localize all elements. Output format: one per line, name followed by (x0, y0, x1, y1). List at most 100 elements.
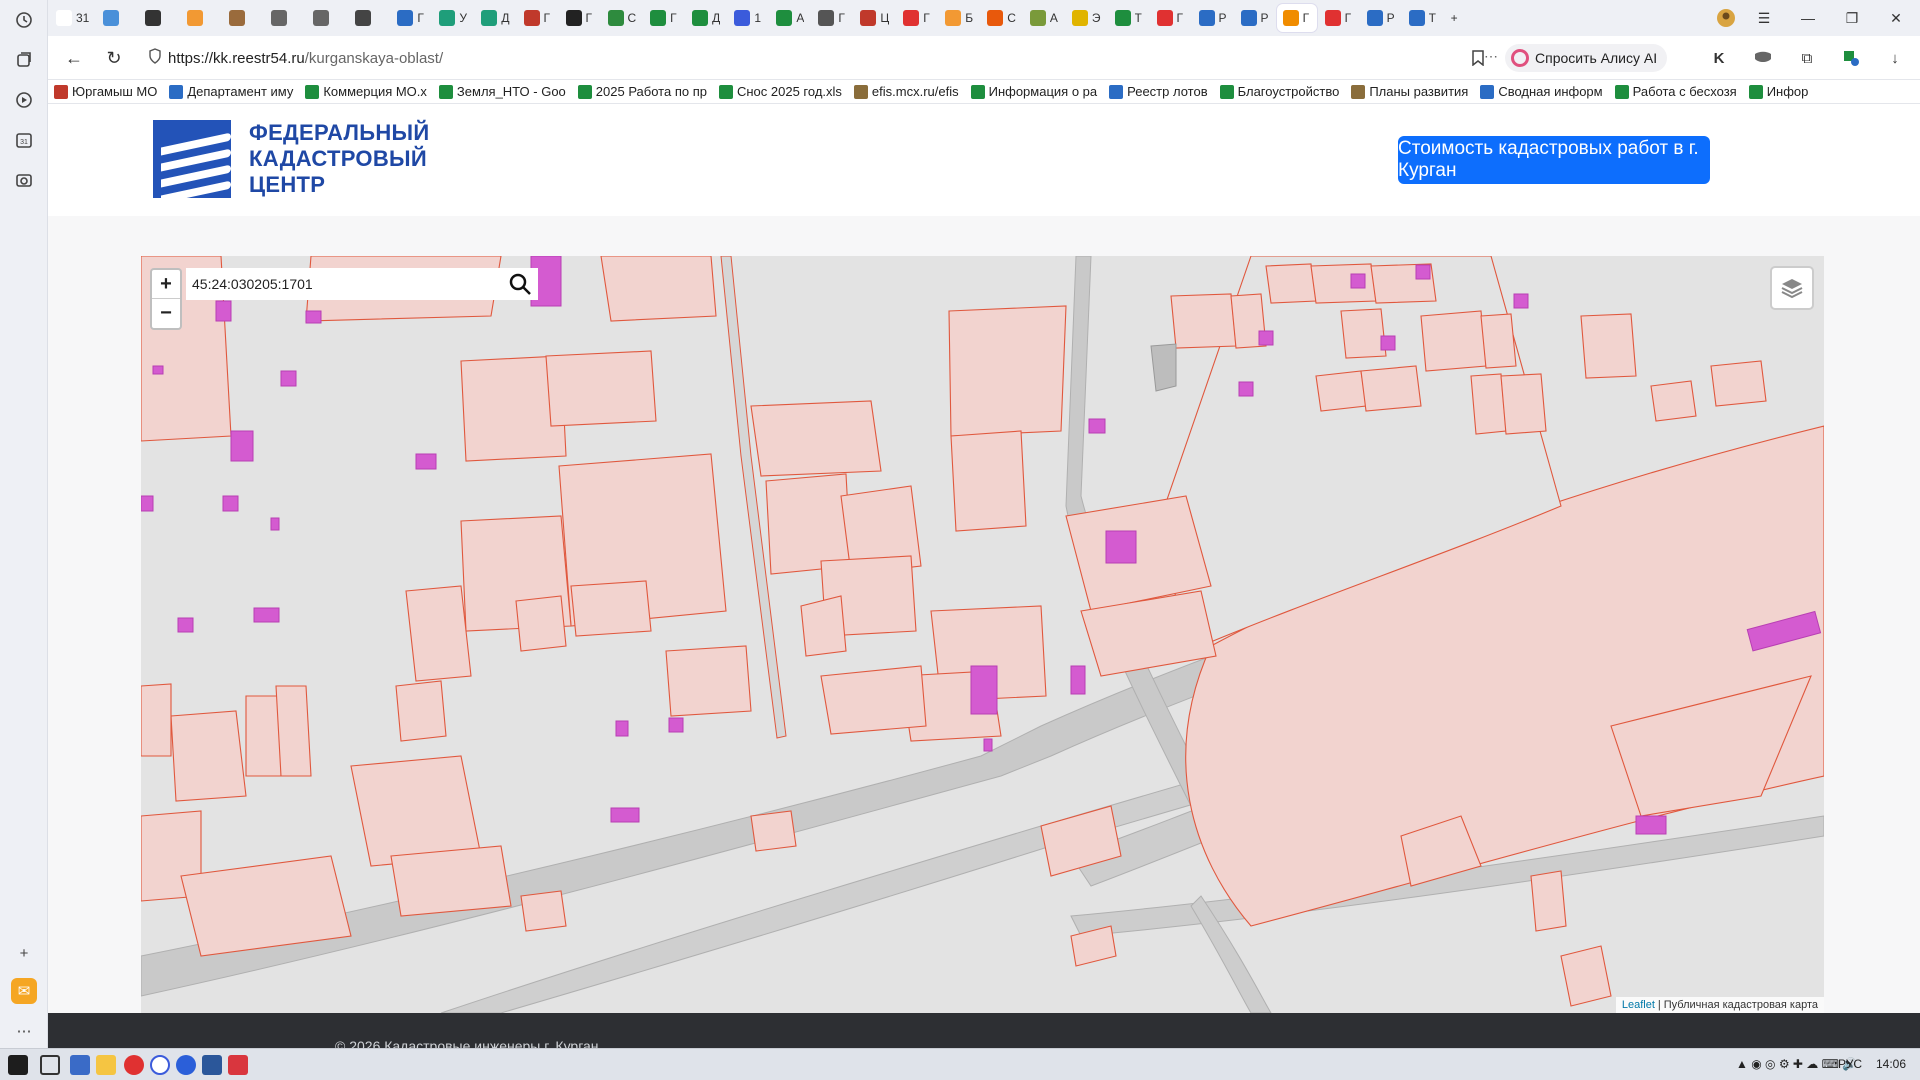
browser-tab[interactable]: У (433, 4, 473, 32)
more-icon[interactable]: ⋯ (11, 1018, 37, 1044)
bookmark-item[interactable]: Юргамыш МО (48, 84, 163, 99)
reload-icon[interactable]: ↻ (100, 44, 128, 72)
clock[interactable]: 14:06 (1876, 1057, 1906, 1071)
mail-icon[interactable]: ✉ (11, 978, 37, 1004)
bookmark-item[interactable]: Инфор (1743, 84, 1815, 99)
history-icon[interactable] (11, 7, 37, 33)
bookmark-item[interactable]: Снос 2025 год.xls (713, 84, 848, 99)
browser-tab[interactable] (139, 4, 179, 32)
browser-tab[interactable]: Р (1193, 4, 1233, 32)
downloads-extension-icon[interactable] (1839, 46, 1863, 70)
browser-tab[interactable]: Г (1319, 4, 1359, 32)
search-icon[interactable] (508, 272, 532, 296)
site-info-icon[interactable] (148, 48, 168, 68)
browser-tab[interactable]: С (981, 4, 1022, 32)
browser-tab[interactable]: Ц (854, 4, 895, 32)
browser-tab[interactable]: Д (686, 4, 726, 32)
browser-tab[interactable]: Г (812, 4, 852, 32)
bookmark-item[interactable]: Планы развития (1345, 84, 1474, 99)
bookmark-item[interactable]: Благоустройство (1214, 84, 1346, 99)
ask-alice-button[interactable]: Спросить Алису AI (1505, 44, 1668, 72)
browser-tab[interactable]: Р (1361, 4, 1401, 32)
bookmark-label: Планы развития (1369, 84, 1469, 99)
tab-favicon-icon (1071, 10, 1088, 26)
minimize-icon[interactable]: — (1786, 0, 1830, 36)
menu-icon[interactable]: ☰ (1742, 0, 1786, 36)
word-icon[interactable] (202, 1055, 222, 1075)
tab-favicon-icon (1366, 10, 1383, 26)
browser-tab[interactable]: Б (939, 4, 979, 32)
browser-tab[interactable]: Г (391, 4, 431, 32)
extension-k-icon[interactable]: K (1707, 46, 1731, 70)
browser-tab[interactable] (223, 4, 263, 32)
browser-tab[interactable]: Г (1276, 4, 1317, 32)
bookmark-item[interactable]: 2025 Работа по пр (572, 84, 713, 99)
cadastral-search-input[interactable]: 45:24:030205:1701 (186, 268, 538, 300)
browser-tab[interactable]: Р (1235, 4, 1275, 32)
site-logo[interactable]: ФЕДЕРАЛЬНЫЙ КАДАСТРОВЫЙ ЦЕНТР (153, 120, 429, 198)
browser-tab[interactable] (349, 4, 389, 32)
restore-icon[interactable]: ❐ (1830, 0, 1874, 36)
back-icon[interactable]: ← (60, 44, 88, 72)
alice-icon (1511, 49, 1529, 67)
browser-tab[interactable]: Г (560, 4, 600, 32)
browser-tab[interactable]: 31 (50, 4, 95, 32)
new-tab-button[interactable]: + (1445, 4, 1485, 32)
zoom-out-button[interactable]: − (152, 299, 180, 328)
browser-tab[interactable]: Т (1403, 4, 1443, 32)
browser-tab[interactable]: Г (644, 4, 684, 32)
add-panel-icon[interactable]: + (11, 940, 37, 966)
bookmark-item[interactable]: Реестр лотов (1103, 84, 1213, 99)
browser-tab[interactable]: Д (475, 4, 515, 32)
bookmark-favicon-icon (577, 84, 592, 99)
opera-icon[interactable] (124, 1055, 144, 1075)
bookmark-page-icon[interactable] (1466, 46, 1490, 70)
leaflet-link[interactable]: Leaflet (1622, 999, 1655, 1011)
file-explorer-icon[interactable] (96, 1055, 116, 1075)
browser-tab[interactable]: Г (1151, 4, 1191, 32)
wps-icon[interactable] (228, 1055, 248, 1075)
bookmark-item[interactable]: Департамент иму (163, 84, 299, 99)
download-icon[interactable]: ↓ (1883, 46, 1907, 70)
close-icon[interactable]: ✕ (1874, 0, 1918, 36)
browser-tab[interactable]: Г (897, 4, 937, 32)
browser-tab[interactable]: Т (1109, 4, 1149, 32)
url-field[interactable]: https://kk.reestr54.ru/kurganskaya-oblas… (140, 42, 1528, 74)
collections-icon[interactable] (11, 47, 37, 73)
browser-tab[interactable]: 1 (728, 4, 768, 32)
cadastral-map[interactable]: + − 45:24:030205:1701 Leaflet | Публична… (141, 256, 1824, 1013)
app-c-icon[interactable] (150, 1055, 170, 1075)
bookmark-item[interactable]: efis.mcx.ru/efis (848, 84, 965, 99)
tab-favicon-icon (103, 10, 120, 26)
bookmark-item[interactable]: Работа с бесхозя (1609, 84, 1743, 99)
browser-tab[interactable] (181, 4, 221, 32)
zoom-in-button[interactable]: + (152, 270, 180, 299)
extension-shield-icon[interactable] (1751, 46, 1775, 70)
yandex-browser-icon[interactable] (176, 1055, 196, 1075)
bookmark-item[interactable]: Сводная информ (1474, 84, 1608, 99)
browser-tab[interactable]: Э (1066, 4, 1107, 32)
tab-label: Г (1302, 11, 1310, 25)
task-view-icon[interactable] (40, 1055, 60, 1075)
save-app-icon[interactable] (70, 1055, 90, 1075)
calendar-icon[interactable]: 31 (11, 127, 37, 153)
browser-tab[interactable]: А (770, 4, 810, 32)
browser-tab[interactable] (97, 4, 137, 32)
bookmark-item[interactable]: Земля_НТО - Goo (433, 84, 572, 99)
keyboard-language[interactable]: РУС (1838, 1057, 1862, 1071)
tab-label: С (627, 11, 637, 25)
browser-tab[interactable] (265, 4, 305, 32)
browser-tab[interactable] (307, 4, 347, 32)
play-icon[interactable] (11, 87, 37, 113)
cadastral-price-button[interactable]: Стоимость кадастровых работ в г. Курган (1398, 136, 1710, 184)
layers-icon[interactable] (1770, 266, 1814, 310)
browser-tab[interactable]: Г (518, 4, 558, 32)
bookmark-item[interactable]: Информация о ра (965, 84, 1104, 99)
extension-puzzle-icon[interactable]: ⧉ (1795, 46, 1819, 70)
start-icon[interactable] (8, 1055, 28, 1075)
bookmark-item[interactable]: Коммерция МО.x (299, 84, 433, 99)
browser-tab[interactable]: А (1024, 4, 1064, 32)
browser-tab[interactable]: С (602, 4, 643, 32)
map-canvas[interactable] (141, 256, 1824, 1013)
screenshot-icon[interactable] (11, 167, 37, 193)
